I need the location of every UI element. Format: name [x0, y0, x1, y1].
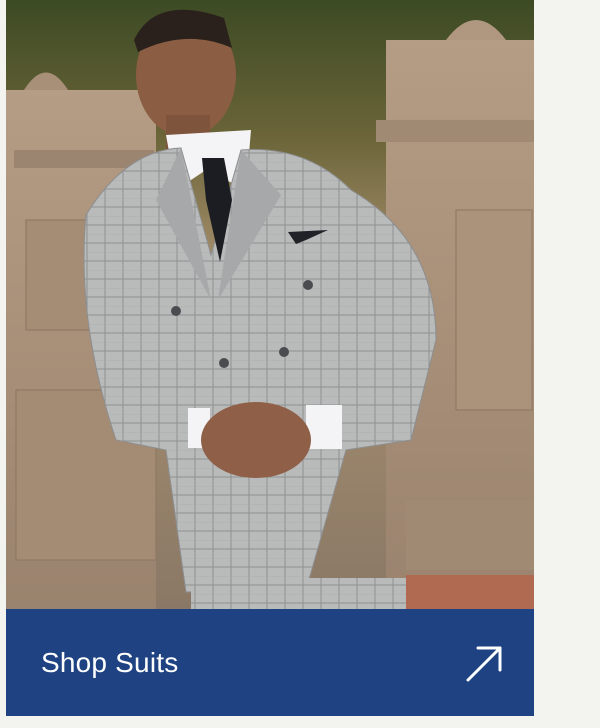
arrow-up-right-icon	[466, 646, 502, 681]
suit-model-photo	[6, 0, 534, 609]
page-margin	[534, 0, 600, 728]
shop-suits-label: Shop Suits	[41, 646, 179, 678]
hero-image[interactable]	[6, 0, 534, 609]
product-card[interactable]: Shop Suits	[6, 0, 534, 716]
shop-suits-button[interactable]: Shop Suits	[6, 609, 534, 716]
